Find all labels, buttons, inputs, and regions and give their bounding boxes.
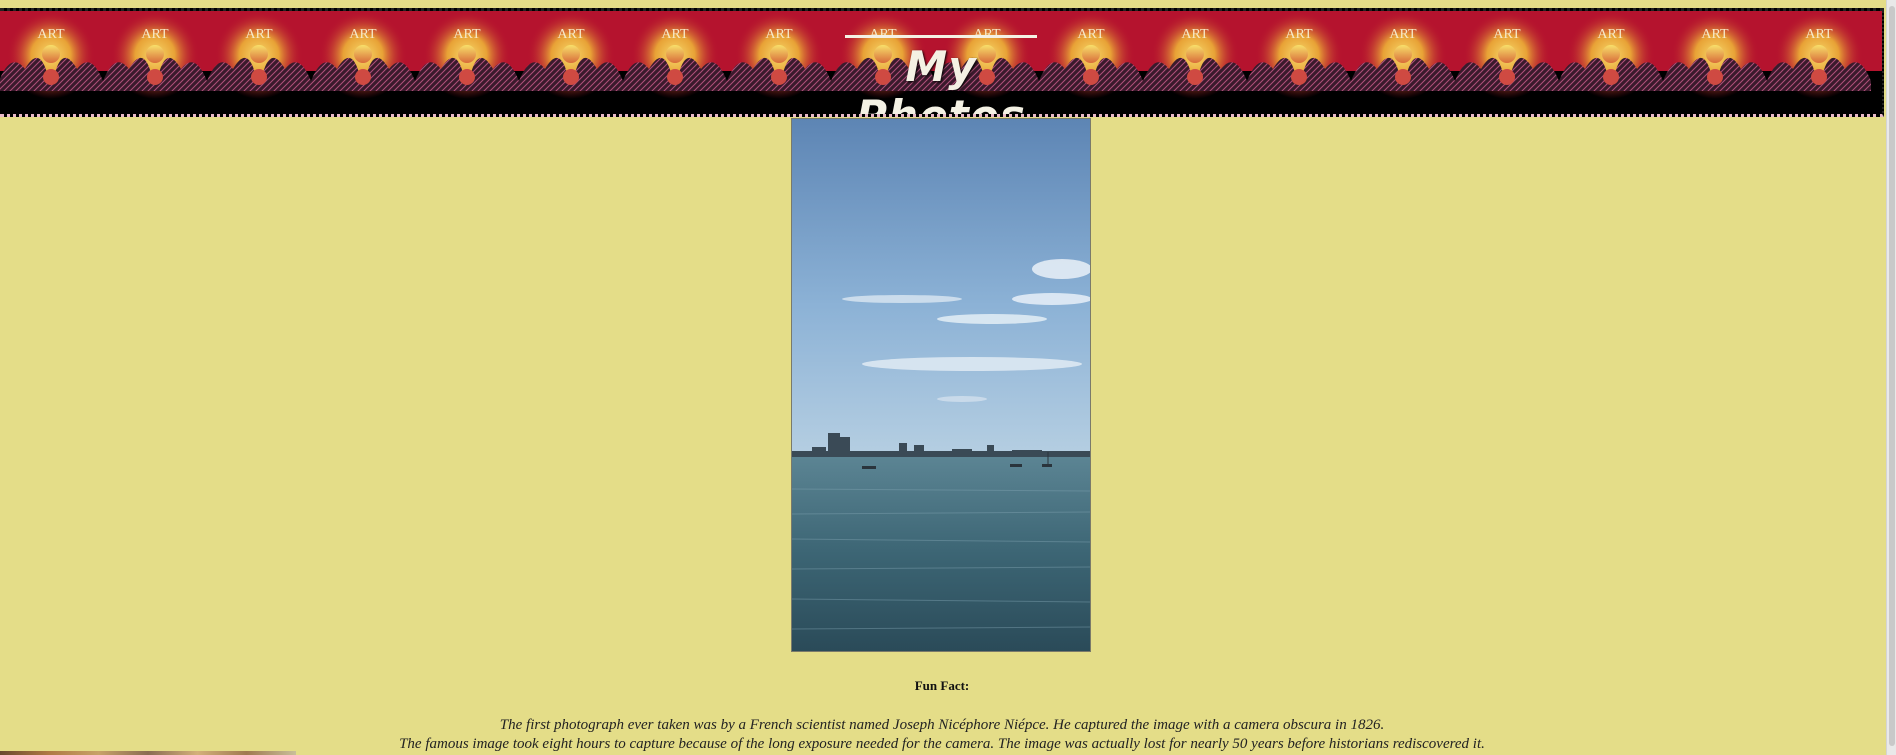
banner-sun-reflection-icon bbox=[1083, 69, 1099, 85]
banner-sun-icon bbox=[146, 45, 164, 63]
banner-sun-icon bbox=[1186, 45, 1204, 63]
scrollbar-thumb[interactable] bbox=[1889, 6, 1895, 746]
banner-art-label: ART bbox=[765, 27, 793, 42]
banner-art-label: ART bbox=[453, 27, 481, 42]
banner-art-label: ART bbox=[245, 27, 273, 42]
banner-sun-reflection-icon bbox=[563, 69, 579, 85]
page-title: My Photos bbox=[856, 42, 1026, 117]
banner-sun-reflection-icon bbox=[1811, 69, 1827, 85]
title-rule bbox=[845, 35, 1037, 38]
banner-sun-reflection-icon bbox=[1291, 69, 1307, 85]
banner-sun-icon bbox=[354, 45, 372, 63]
header-banner: ART ART ART ART ART ART ART ART ART ART ART ART ART A… bbox=[0, 8, 1884, 117]
banner-art-label: ART bbox=[1077, 27, 1105, 42]
banner-art-label: ART bbox=[1493, 27, 1521, 42]
banner-sun-icon bbox=[770, 45, 788, 63]
banner-art-label: ART bbox=[1389, 27, 1417, 42]
banner-sun-reflection-icon bbox=[667, 69, 683, 85]
banner-art-label: ART bbox=[349, 27, 377, 42]
banner-sun-reflection-icon bbox=[459, 69, 475, 85]
banner-art-label: ART bbox=[1285, 27, 1313, 42]
banner-sun-icon bbox=[1394, 45, 1412, 63]
fun-fact-line-1: The first photograph ever taken was by a… bbox=[499, 717, 1385, 733]
banner-art-label: ART bbox=[1597, 27, 1625, 42]
banner-art-label: ART bbox=[557, 27, 585, 42]
banner-art-label: ART bbox=[661, 27, 689, 42]
banner-sun-reflection-icon bbox=[355, 69, 371, 85]
banner-sun-reflection-icon bbox=[147, 69, 163, 85]
banner-sun-icon bbox=[458, 45, 476, 63]
banner-sun-reflection-icon bbox=[1395, 69, 1411, 85]
banner-sun-reflection-icon bbox=[1499, 69, 1515, 85]
banner-sun-icon bbox=[666, 45, 684, 63]
banner-title-block: My Photos bbox=[845, 35, 1037, 117]
fun-fact-label: Fun Fact: bbox=[914, 678, 970, 693]
vertical-scrollbar[interactable] bbox=[1886, 0, 1896, 755]
photo-image-icon bbox=[792, 119, 1090, 651]
banner-sun-reflection-icon bbox=[771, 69, 787, 85]
banner-sun-reflection-icon bbox=[1187, 69, 1203, 85]
partial-photo-thumbnail[interactable] bbox=[0, 751, 296, 755]
banner-sun-icon bbox=[1602, 45, 1620, 63]
banner-art-label: ART bbox=[1805, 27, 1833, 42]
photo-waterfront[interactable] bbox=[791, 118, 1091, 652]
banner-sun-reflection-icon bbox=[43, 69, 59, 85]
banner-art-label: ART bbox=[1701, 27, 1729, 42]
banner-sun-icon bbox=[1810, 45, 1828, 63]
banner-sun-reflection-icon bbox=[251, 69, 267, 85]
banner-sun-icon bbox=[250, 45, 268, 63]
banner-sun-icon bbox=[1082, 45, 1100, 63]
banner-sun-icon bbox=[1706, 45, 1724, 63]
banner-art-label: ART bbox=[141, 27, 169, 42]
banner-sun-reflection-icon bbox=[1707, 69, 1723, 85]
fun-fact-text: The first photograph ever taken was by a… bbox=[0, 716, 1884, 754]
banner-sun-icon bbox=[1498, 45, 1516, 63]
banner-art-label: ART bbox=[1181, 27, 1209, 42]
banner-sun-icon bbox=[1290, 45, 1308, 63]
banner-sun-icon bbox=[562, 45, 580, 63]
banner-sun-icon bbox=[42, 45, 60, 63]
banner-art-label: ART bbox=[37, 27, 65, 42]
banner-sun-reflection-icon bbox=[1603, 69, 1619, 85]
